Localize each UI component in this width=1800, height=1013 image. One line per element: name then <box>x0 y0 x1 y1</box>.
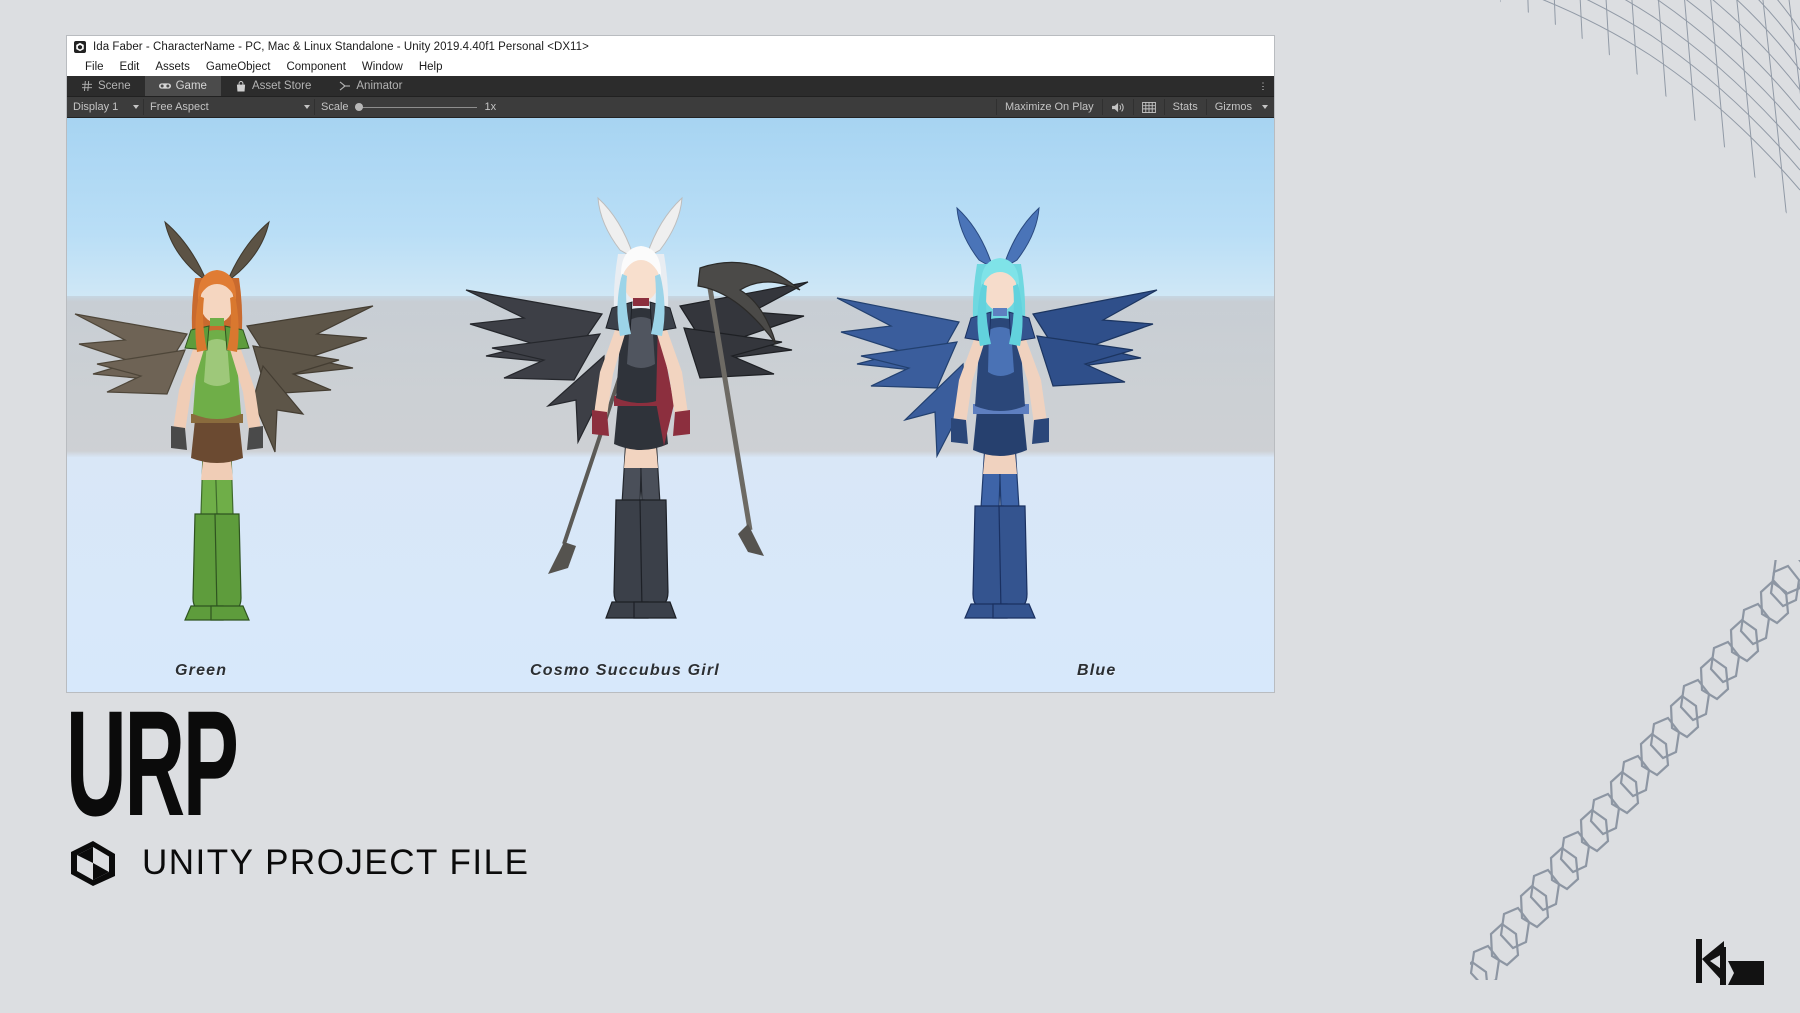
chevron-down-icon <box>304 105 310 109</box>
aspect-dropdown-label: Free Aspect <box>150 101 209 113</box>
urp-title: URP <box>66 679 239 847</box>
aspect-ratio-dropdown[interactable]: Free Aspect <box>144 99 315 115</box>
chevron-down-icon <box>133 105 139 109</box>
character-red-succubus <box>452 194 832 644</box>
tab-game-label: Game <box>175 80 207 92</box>
maximize-on-play-button[interactable]: Maximize On Play <box>996 99 1102 115</box>
chevron-down-icon <box>1262 105 1268 109</box>
unity-editor-window: Ida Faber - CharacterName - PC, Mac & Li… <box>67 36 1274 692</box>
menu-bar: File Edit Assets GameObject Component Wi… <box>67 57 1274 76</box>
scale-control: Scale 1x <box>315 99 502 115</box>
stats-grid-icon <box>1141 101 1156 113</box>
unity-app-icon <box>74 40 86 53</box>
maximize-on-play-label: Maximize On Play <box>1005 101 1094 113</box>
display-dropdown-label: Display 1 <box>73 101 119 113</box>
tab-overflow-label: ⋮ <box>1257 80 1269 92</box>
game-view-toolbar: Display 1 Free Aspect Scale 1x Maximize … <box>67 97 1274 118</box>
window-title-text: Ida Faber - CharacterName - PC, Mac & Li… <box>93 40 589 53</box>
scale-slider-knob[interactable] <box>354 103 363 111</box>
stats-grid-button[interactable] <box>1132 99 1164 115</box>
gizmos-label: Gizmos <box>1214 101 1252 113</box>
menu-item-file[interactable]: File <box>77 61 112 73</box>
editor-tab-strip: Scene Game Asset Store Animator ⋮ <box>67 76 1274 97</box>
tab-asset-store-label: Asset Store <box>251 80 312 92</box>
menu-item-assets[interactable]: Assets <box>147 61 198 73</box>
branding-block: URP UNITY PROJECT FILE <box>66 679 586 890</box>
kd-logo-mark <box>1696 939 1764 985</box>
tab-scene-label: Scene <box>98 80 131 92</box>
grid-icon <box>81 80 93 92</box>
branding-subtitle: UNITY PROJECT FILE <box>142 843 530 882</box>
menu-item-help[interactable]: Help <box>411 61 451 73</box>
chain-links-graphic <box>1470 560 1800 980</box>
animator-node-icon <box>339 80 351 92</box>
gizmos-button[interactable]: Gizmos <box>1205 99 1256 115</box>
scale-label: Scale <box>321 101 349 113</box>
tab-overflow-menu-button[interactable]: ⋮ <box>1252 76 1274 96</box>
character-blue-succubus <box>827 204 1177 644</box>
menu-item-window[interactable]: Window <box>354 61 411 73</box>
scale-slider-track <box>354 106 477 108</box>
wireframe-mesh-graphic <box>1500 0 1800 230</box>
stats-label: Stats <box>1172 101 1198 113</box>
menu-item-component[interactable]: Component <box>278 61 353 73</box>
character-green-succubus <box>67 214 397 644</box>
character-label-blue: Blue <box>1077 662 1117 679</box>
tab-game[interactable]: Game <box>144 76 221 96</box>
store-bag-icon <box>235 80 247 92</box>
tab-asset-store[interactable]: Asset Store <box>221 76 325 96</box>
game-viewport[interactable]: Green Cosmo Succubus Girl Blue <box>67 118 1274 692</box>
tab-scene[interactable]: Scene <box>67 76 145 96</box>
display-dropdown[interactable]: Display 1 <box>67 99 144 115</box>
character-label-center: Cosmo Succubus Girl <box>530 662 720 679</box>
tab-animator[interactable]: Animator <box>325 76 416 96</box>
mute-audio-button[interactable] <box>1101 99 1133 115</box>
character-label-green: Green <box>175 662 228 679</box>
gizmos-dropdown-button[interactable] <box>1256 99 1274 115</box>
speaker-icon <box>1111 102 1125 113</box>
stats-button[interactable]: Stats <box>1163 99 1206 115</box>
scale-slider[interactable] <box>354 101 477 113</box>
menu-item-edit[interactable]: Edit <box>112 61 148 73</box>
window-title-bar: Ida Faber - CharacterName - PC, Mac & Li… <box>67 36 1274 57</box>
scale-value: 1x <box>484 101 497 113</box>
gamepad-icon <box>158 80 171 92</box>
menu-item-gameobject[interactable]: GameObject <box>198 61 279 73</box>
tab-animator-label: Animator <box>356 80 403 92</box>
